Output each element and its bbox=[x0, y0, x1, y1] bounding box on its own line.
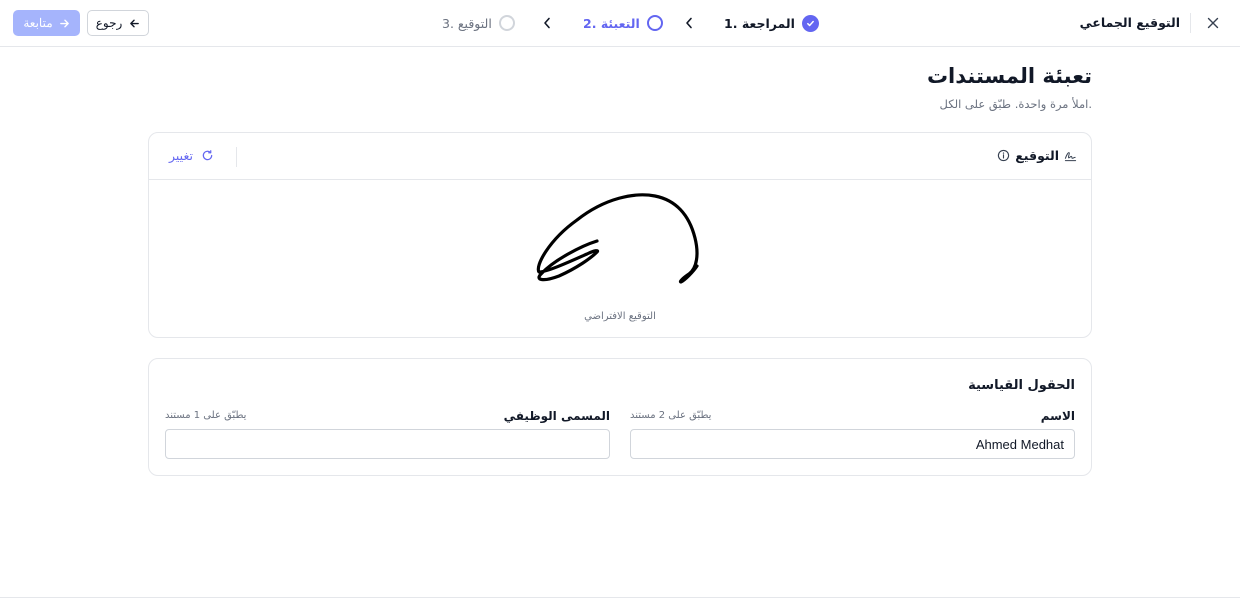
signature-drawing bbox=[536, 193, 699, 284]
top-bar: متابعة رجوع 3. التوقيع 2. التعبئة 1. الم… bbox=[0, 0, 1240, 47]
chevron-left-icon bbox=[544, 17, 550, 29]
close-icon[interactable] bbox=[1206, 16, 1220, 30]
signature-card: التوقيع تغيير التوقيع الافتراضي bbox=[148, 132, 1092, 338]
signature-icon bbox=[1064, 152, 1077, 162]
chevron-left-icon bbox=[686, 17, 692, 29]
continue-button[interactable]: متابعة bbox=[13, 10, 80, 36]
divider bbox=[1190, 13, 1191, 33]
check-icon bbox=[801, 14, 819, 32]
arrow-right-icon bbox=[59, 19, 69, 27]
job-title-applies-count: يطبّق على 1 مستند bbox=[165, 410, 247, 421]
back-button[interactable]: رجوع bbox=[87, 10, 149, 36]
back-label: رجوع bbox=[95, 16, 123, 30]
info-icon[interactable] bbox=[997, 149, 1010, 162]
step-active-icon bbox=[646, 15, 663, 31]
standard-fields-card: الحقول القياسية الاسم يطبّق على 2 مستند … bbox=[148, 358, 1092, 476]
refresh-icon bbox=[202, 150, 213, 161]
job-title-input[interactable] bbox=[165, 429, 610, 459]
continue-label: متابعة bbox=[23, 16, 53, 30]
name-applies-count: يطبّق على 2 مستند bbox=[630, 410, 712, 421]
arrow-left-icon bbox=[130, 19, 140, 27]
name-input[interactable] bbox=[630, 429, 1075, 459]
step-pending-icon bbox=[498, 15, 515, 31]
divider bbox=[236, 147, 237, 167]
page-title: تعبئة المستندات bbox=[926, 64, 1092, 88]
step-label: 3. التوقيع bbox=[442, 15, 492, 31]
page-subtitle: املأ مرة واحدة. طبّق على الكل. bbox=[939, 97, 1092, 111]
step-sign[interactable]: 3. التوقيع bbox=[442, 14, 515, 32]
step-review[interactable]: 1. المراجعة bbox=[724, 14, 819, 32]
name-label: الاسم bbox=[1040, 409, 1075, 423]
signature-caption: التوقيع الافتراضي bbox=[584, 311, 656, 322]
signature-title-label: التوقيع bbox=[1015, 148, 1059, 163]
step-label: 2. التعبئة bbox=[583, 15, 640, 31]
change-label: تغيير bbox=[169, 148, 193, 163]
step-label: 1. المراجعة bbox=[724, 15, 795, 31]
signature-card-header: التوقيع تغيير bbox=[149, 133, 1091, 180]
app-title: التوقيع الجماعي bbox=[1079, 15, 1180, 30]
job-title-label: المسمى الوظيفي bbox=[503, 409, 610, 423]
standard-fields-title: الحقول القياسية bbox=[968, 378, 1075, 393]
signature-title: التوقيع bbox=[997, 148, 1077, 163]
step-fill[interactable]: 2. التعبئة bbox=[583, 14, 663, 32]
change-signature-button[interactable]: تغيير bbox=[169, 148, 214, 163]
